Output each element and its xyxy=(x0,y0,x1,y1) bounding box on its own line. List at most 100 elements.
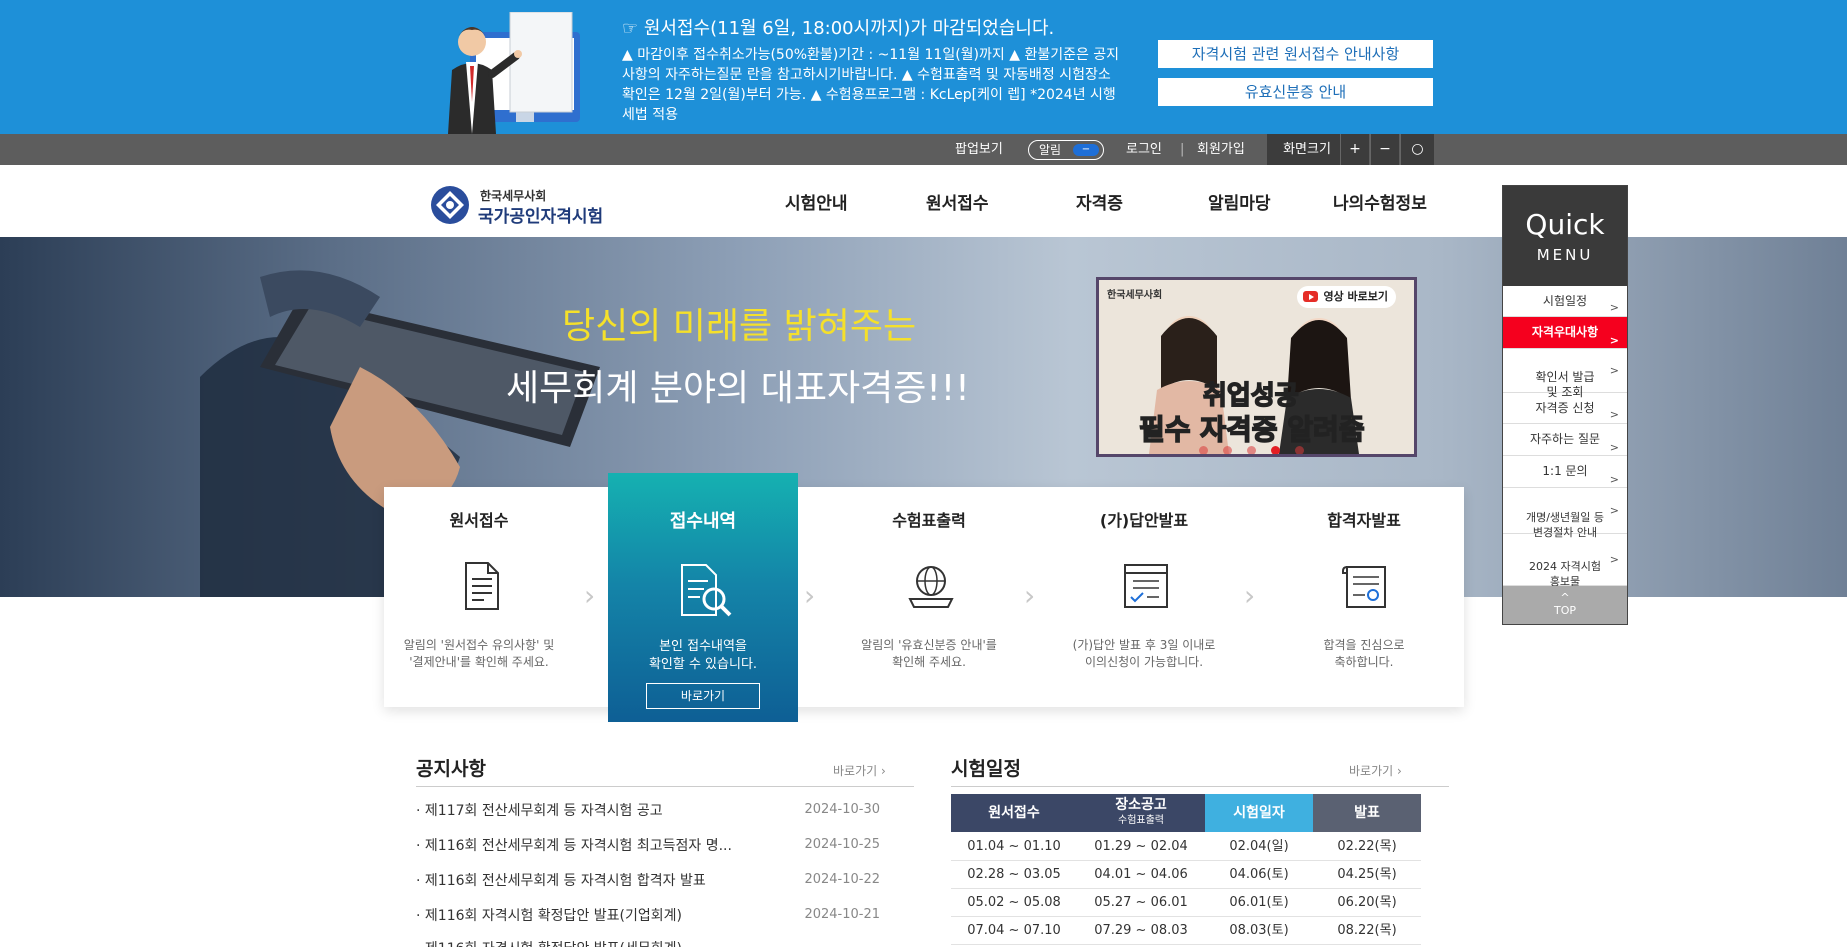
hero-headline: 당신의 미래를 밝혀주는 xyxy=(562,306,917,347)
step-arrow-icon: › xyxy=(1024,579,1036,612)
answer-sheet-icon xyxy=(1124,564,1168,608)
quick-item-name-change[interactable]: 개명/생년월일 등 변경절차 안내 > xyxy=(1503,488,1627,539)
step-application[interactable]: 원서접수 알림의 '원서접수 유의사항' 및 '결제안내'를 확인해 주세요. xyxy=(384,487,574,707)
step-description: 본인 접수내역을 확인할 수 있습니다. xyxy=(608,638,798,674)
schedule-divider xyxy=(951,786,1449,787)
scroll-top-label: TOP xyxy=(1553,604,1576,617)
zoom-in-button[interactable]: + xyxy=(1340,134,1369,165)
schedule-cell: 05.27 ~ 06.01 xyxy=(1094,895,1188,910)
step-desc-line2: 이의신청이 가능합니다. xyxy=(1084,655,1204,669)
schedule-row: 01.04 ~ 01.10 01.29 ~ 02.04 02.04(일) 02.… xyxy=(951,833,1421,861)
video-brand-label: 한국세무사회 xyxy=(1107,290,1163,301)
nav-exam-info[interactable]: 시험안내 xyxy=(785,189,848,214)
slide-dot-2[interactable] xyxy=(1223,446,1232,454)
quick-item-confirmation[interactable]: 확인서 발급 및 조회 > xyxy=(1503,349,1627,399)
slide-dot-5[interactable] xyxy=(1295,446,1304,454)
nav-notice-board[interactable]: 알림마당 xyxy=(1208,189,1271,214)
schedule-header-announcement: 발표 xyxy=(1313,794,1421,832)
notice-section-title: 공지사항 xyxy=(416,758,486,780)
zoom-reset-button[interactable]: ○ xyxy=(1400,134,1434,165)
promo-video-thumbnail[interactable]: 한국세무사회 영상 바로보기 취업성공 필수 자격증 알려줌 xyxy=(1096,277,1417,457)
schedule-header-venue-sub: 수험표출력 xyxy=(1118,815,1164,826)
step-title: (가)답안발표 xyxy=(1099,511,1189,530)
step-desc-line1: 합격을 진심으로 xyxy=(1323,638,1405,652)
notice-item-title: · 제116회 자격시험 확정답안 발표(기업회계) xyxy=(416,908,682,924)
step-print-ticket[interactable]: 수험표출력 알림의 '유효신분증 안내'를 확인해 주세요. xyxy=(834,487,1024,707)
site-logo[interactable]: 한국세무사회 국가공인자격시험 xyxy=(430,185,620,227)
nav-my-exam-info[interactable]: 나의수험정보 xyxy=(1333,189,1427,214)
alarm-toggle[interactable]: 알림 − xyxy=(1028,140,1104,160)
quick-item-label: 자주하는 질문 xyxy=(1529,432,1601,446)
schedule-cell: 02.22(목) xyxy=(1337,839,1397,854)
step-description: 알림의 '원서접수 유의사항' 및 '결제안내'를 확인해 주세요. xyxy=(384,637,574,671)
utility-bar: 팝업보기 알림 − 로그인 | 회원가입 화면크기 + − ○ xyxy=(0,134,1847,165)
scroll-top-button[interactable]: ^ TOP xyxy=(1503,586,1627,624)
schedule-cell: 02.28 ~ 03.05 xyxy=(967,867,1061,882)
step-pass-announcement[interactable]: 합격자발표 합격을 진심으로 축하합니다. xyxy=(1269,487,1459,707)
notice-item-date: 2024-10-21 xyxy=(804,907,880,922)
schedule-cell: 07.29 ~ 08.03 xyxy=(1094,923,1188,938)
hero-subheadline: 세무회계 분야의 대표자격증!!! xyxy=(506,368,970,409)
alarm-label: 알림 xyxy=(1039,143,1062,157)
valid-id-guide-button[interactable]: 유효신분증 안내 xyxy=(1158,78,1433,106)
notice-item-title: · 제117회 전산세무회계 등 자격시험 공고 xyxy=(416,803,663,819)
notice-item[interactable]: · 제116회 전산세무회계 등 자격시험 합격자 발표 2024-10-22 xyxy=(416,870,880,892)
logo-emblem-icon xyxy=(431,186,469,224)
application-guide-button[interactable]: 자격시험 관련 원서접수 안내사항 xyxy=(1158,40,1433,68)
schedule-cell: 01.04 ~ 01.10 xyxy=(967,839,1061,854)
popup-view-link[interactable]: 팝업보기 xyxy=(955,134,1003,165)
slide-dot-3[interactable] xyxy=(1247,446,1256,454)
schedule-cell: 04.01 ~ 04.06 xyxy=(1094,867,1188,882)
quick-item-cert-apply[interactable]: 자격증 신청 > xyxy=(1503,393,1627,424)
zoom-out-button[interactable]: − xyxy=(1370,134,1399,165)
quick-item-label: 자격우대사항 xyxy=(1531,325,1599,339)
slide-indicator xyxy=(1199,446,1319,454)
schedule-cell: 06.01(토) xyxy=(1229,895,1289,910)
notice-item[interactable]: · 제116회 전산세무회계 등 자격시험 최고득점자 명... 2024-10… xyxy=(416,835,880,857)
application-history-go-button[interactable]: 바로가기 xyxy=(646,683,760,709)
slide-dot-1[interactable] xyxy=(1199,446,1208,454)
slide-dot-4[interactable] xyxy=(1271,446,1280,454)
login-link[interactable]: 로그인 xyxy=(1126,134,1162,165)
notice-item-title: · 제116회 전산세무회계 등 자격시험 합격자 발표 xyxy=(416,873,706,889)
video-title-top: 취업성공 xyxy=(1202,380,1299,412)
chevron-right-icon: > xyxy=(1609,503,1619,517)
notice-headline: ☞ 원서접수(11월 6일, 18:00시까지)가 마감되었습니다. xyxy=(622,18,1055,39)
step-desc-line1: (가)답안 발표 후 3일 이내로 xyxy=(1072,638,1216,652)
quick-item-preferential[interactable]: 자격우대사항 > xyxy=(1503,317,1627,349)
quick-item-exam-schedule[interactable]: 시험일정 > xyxy=(1503,286,1627,317)
globe-laptop-icon xyxy=(908,566,954,608)
quick-menu-header: Quick MENU xyxy=(1503,186,1627,286)
chevron-right-icon: > xyxy=(1609,363,1619,377)
quick-item-faq[interactable]: 자주하는 질문 > xyxy=(1503,424,1627,456)
schedule-section-title: 시험일정 xyxy=(951,758,1021,780)
watch-video-button[interactable]: 영상 바로보기 xyxy=(1297,286,1396,308)
step-application-history[interactable]: 접수내역 본인 접수내역을 확인할 수 있습니다. 바로가기 xyxy=(608,473,798,722)
video-title-bottom: 필수 자격증 알려줌 xyxy=(1138,412,1365,447)
exam-process-steps: 원서접수 알림의 '원서접수 유의사항' 및 '결제안내'를 확인해 주세요. … xyxy=(384,487,1464,707)
watch-video-label: 영상 바로보기 xyxy=(1323,290,1388,303)
notice-item-date: 2024-10-25 xyxy=(804,837,880,852)
schedule-row: 05.02 ~ 05.08 05.27 ~ 06.01 06.01(토) 06.… xyxy=(951,889,1421,917)
nav-application[interactable]: 원서접수 xyxy=(926,189,989,214)
document-icon xyxy=(465,562,499,610)
schedule-cell: 02.04(일) xyxy=(1229,839,1289,854)
schedule-cell: 06.20(목) xyxy=(1337,895,1397,910)
schedule-row: 02.28 ~ 03.05 04.01 ~ 04.06 04.06(토) 04.… xyxy=(951,861,1421,889)
notice-banner: ☞ 원서접수(11월 6일, 18:00시까지)가 마감되었습니다. ▲ 마감이… xyxy=(0,0,1847,134)
schedule-cell: 07.04 ~ 07.10 xyxy=(967,923,1061,938)
step-description: 합격을 진심으로 축하합니다. xyxy=(1269,637,1459,671)
join-link[interactable]: 회원가입 xyxy=(1197,134,1245,165)
quick-item-inquiry[interactable]: 1:1 문의 > xyxy=(1503,456,1627,488)
quick-item-promo[interactable]: 2024 자격시험 홍보물 > xyxy=(1503,534,1627,588)
youtube-icon xyxy=(1303,291,1319,302)
step-provisional-answers[interactable]: (가)답안발표 (가)답안 발표 후 3일 이내로 이의신청이 가능합니다. xyxy=(1049,487,1239,707)
notice-item[interactable]: · 제116회 자격시험 확정답안 발표(세무회계) xyxy=(416,938,880,947)
notice-item[interactable]: · 제117회 전산세무회계 등 자격시험 공고 2024-10-30 xyxy=(416,800,880,822)
notice-item[interactable]: · 제116회 자격시험 확정답안 발표(기업회계) 2024-10-21 xyxy=(416,905,880,927)
schedule-more-link[interactable]: 바로가기 › xyxy=(1349,762,1402,779)
step-desc-line2: '결제안내'를 확인해 주세요. xyxy=(409,655,549,669)
nav-certificate[interactable]: 자격증 xyxy=(1076,189,1123,214)
notice-more-link[interactable]: 바로가기 › xyxy=(833,762,886,779)
step-description: (가)답안 발표 후 3일 이내로 이의신청이 가능합니다. xyxy=(1049,637,1239,671)
